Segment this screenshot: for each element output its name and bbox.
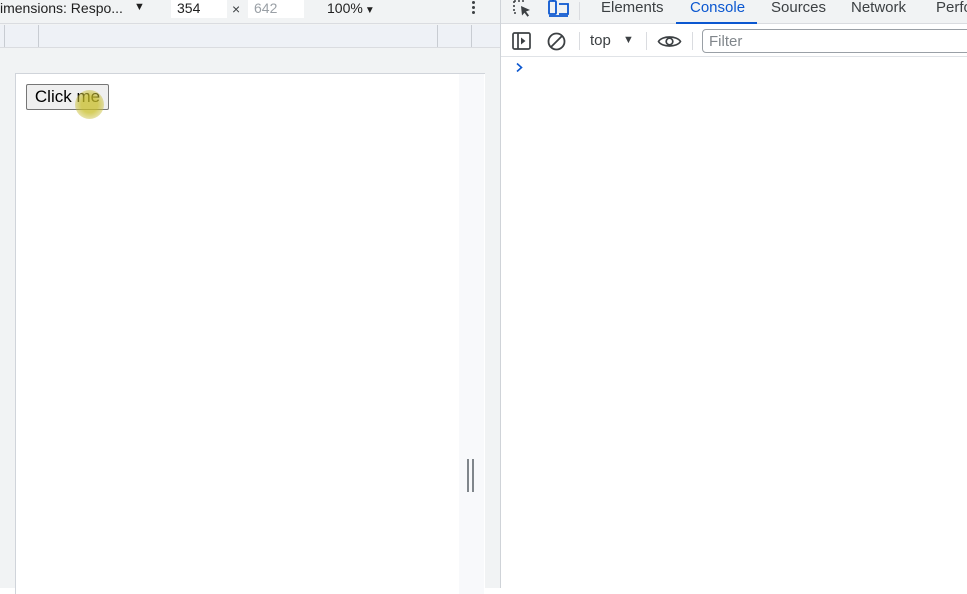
toolbar-separator [579,32,580,50]
tab-console[interactable]: Console [690,0,745,16]
kebab-menu-icon[interactable] [467,0,479,16]
times-sign: × [232,1,241,17]
active-tab-underline [676,22,757,24]
clear-console-icon[interactable] [547,32,566,51]
ruler-mark [38,25,39,47]
eye-icon[interactable] [657,34,682,49]
context-caret-icon[interactable]: ▼ [623,25,634,55]
dimensions-caret-icon[interactable]: ▼ [134,0,145,14]
context-select[interactable]: top [590,25,611,57]
device-toolbar: imensions: Respo... ▼ 354 × 642 100% ▼ [0,0,500,24]
tab-performance[interactable]: Perfo [936,0,967,16]
console-output[interactable] [501,58,967,588]
dimensions-select[interactable]: imensions: Respo... [0,0,123,16]
prompt-chevron-icon [516,62,523,73]
zoom-value: 100% [327,0,363,16]
console-toolbar: top ▼ [501,25,967,57]
filter-input[interactable] [702,29,967,53]
tab-separator [579,2,580,20]
zoom-select[interactable]: 100% ▼ [327,0,375,19]
devtools-tab-bar: Elements Console Sources Network Perfo [501,0,967,24]
tab-elements[interactable]: Elements [601,0,664,16]
sidebar-toggle-icon[interactable] [512,32,531,50]
device-toggle-icon[interactable] [547,0,569,18]
viewport-resize-handle[interactable] [467,459,475,492]
touch-cursor-indicator [75,90,104,119]
devtools-panel: Elements Console Sources Network Perfo t… [501,0,967,588]
tab-network[interactable]: Network [851,0,906,16]
ruler-mark [4,25,5,47]
height-input[interactable]: 642 [248,0,304,18]
tab-sources[interactable]: Sources [771,0,826,16]
ruler-mark [471,25,472,47]
viewport-scrollbar[interactable] [459,74,484,594]
toolbar-separator [646,32,647,50]
width-input[interactable]: 354 [171,0,227,18]
ruler [0,25,500,48]
emulated-viewport [15,73,485,594]
inspect-element-icon[interactable] [512,0,532,18]
toolbar-separator [692,32,693,50]
ruler-mark [437,25,438,47]
zoom-caret-icon: ▼ [364,5,375,16]
device-emulation-pane: imensions: Respo... ▼ 354 × 642 100% ▼ Cl… [0,0,500,594]
